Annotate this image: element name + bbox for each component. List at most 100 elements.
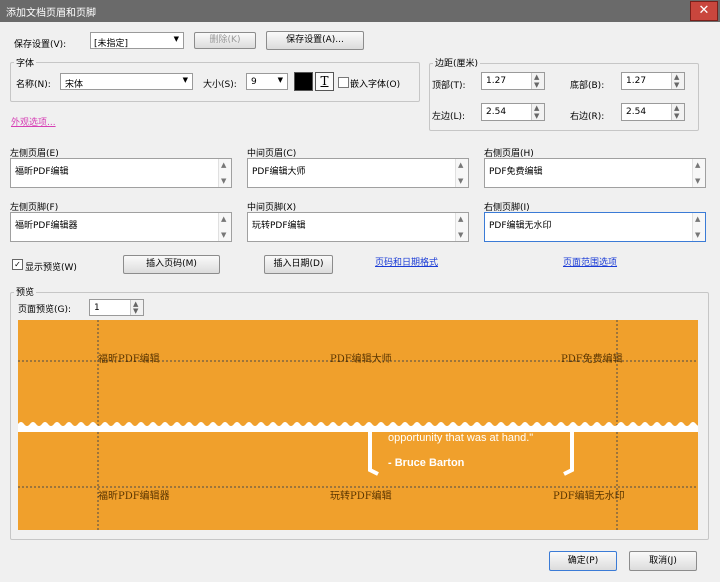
left-header-text: 福昕PDF编辑 bbox=[15, 167, 69, 177]
margin-top-value: 1.27 bbox=[486, 76, 507, 86]
scroll-up-icon: ▲ bbox=[221, 215, 227, 223]
margins-group-label: 边距(厘米) bbox=[433, 56, 481, 69]
spin-down-icon: ▼ bbox=[674, 112, 680, 120]
right-header-field[interactable]: PDF免费编辑 ▲ ▼ bbox=[484, 158, 706, 188]
save-settings-value: [未指定] bbox=[94, 39, 129, 49]
scroll-down-icon: ▼ bbox=[221, 231, 227, 239]
page-preview-label: 页面预览(G): bbox=[18, 305, 72, 315]
scroll-down-icon: ▼ bbox=[695, 177, 701, 185]
scroll-down-icon: ▼ bbox=[221, 177, 227, 185]
font-group-label: 字体 bbox=[14, 56, 37, 69]
chevron-down-icon: ▼ bbox=[182, 76, 188, 84]
spinner[interactable]: ▲ ▼ bbox=[531, 104, 544, 120]
page-preview-value: 1 bbox=[94, 303, 100, 313]
left-footer-text: 福昕PDF编辑器 bbox=[15, 221, 78, 231]
scrollbar[interactable]: ▲ ▼ bbox=[692, 213, 705, 241]
insert-page-number-button[interactable]: 插入页码(M) bbox=[123, 255, 220, 274]
center-header-text: PDF编辑大师 bbox=[252, 167, 306, 177]
scroll-down-icon: ▼ bbox=[458, 177, 464, 185]
font-name-value: 宋体 bbox=[65, 80, 84, 90]
scrollbar[interactable]: ▲ ▼ bbox=[218, 213, 231, 241]
scroll-up-icon: ▲ bbox=[458, 161, 464, 169]
right-footer-text: PDF编辑无水印 bbox=[489, 221, 552, 231]
scrollbar[interactable]: ▲ ▼ bbox=[692, 159, 705, 187]
chevron-down-icon: ▼ bbox=[173, 35, 179, 43]
spinner[interactable]: ▲ ▼ bbox=[130, 300, 143, 315]
preview-footer-right: PDF编辑无水印 bbox=[553, 491, 625, 502]
margin-left-input[interactable]: 2.54 ▲ ▼ bbox=[481, 103, 545, 121]
right-footer-field[interactable]: PDF编辑无水印 ▲ ▼ bbox=[484, 212, 706, 242]
scroll-up-icon: ▲ bbox=[221, 161, 227, 169]
spinner[interactable]: ▲ ▼ bbox=[671, 104, 684, 120]
embed-font-label: 嵌入字体(O) bbox=[350, 80, 401, 90]
preview-canvas: 福昕PDF编辑 PDF编辑大师 PDF免费编辑 福昕PDF编辑器 玩转PDF编辑… bbox=[18, 320, 698, 530]
chevron-down-icon: ▼ bbox=[277, 76, 283, 84]
close-icon[interactable]: ✕ bbox=[690, 1, 718, 21]
scrollbar[interactable]: ▲ ▼ bbox=[218, 159, 231, 187]
scroll-up-icon: ▲ bbox=[695, 161, 701, 169]
right-header-text: PDF免费编辑 bbox=[489, 167, 543, 177]
font-name-select[interactable]: 宋体 ▼ bbox=[60, 73, 193, 90]
center-footer-text: 玩转PDF编辑 bbox=[252, 221, 306, 231]
spin-down-icon: ▼ bbox=[534, 81, 540, 89]
font-size-value: 9 bbox=[251, 77, 257, 87]
font-color-swatch[interactable] bbox=[294, 72, 313, 91]
window-title: 添加文档页眉和页脚 bbox=[6, 8, 96, 19]
spin-down-icon: ▼ bbox=[133, 307, 139, 315]
save-settings-select[interactable]: [未指定] ▼ bbox=[90, 32, 184, 49]
spin-down-icon: ▼ bbox=[674, 81, 680, 89]
cancel-button[interactable]: 取消(J) bbox=[629, 551, 697, 571]
scroll-down-icon: ▼ bbox=[458, 231, 464, 239]
margin-left-value: 2.54 bbox=[486, 107, 507, 117]
left-footer-field[interactable]: 福昕PDF编辑器 ▲ ▼ bbox=[10, 212, 232, 242]
page-date-format-link[interactable]: 页码和日期格式 bbox=[375, 255, 438, 268]
scroll-down-icon: ▼ bbox=[695, 231, 701, 239]
save-settings-button[interactable]: 保存设置(A)... bbox=[266, 31, 364, 50]
left-header-field[interactable]: 福昕PDF编辑 ▲ ▼ bbox=[10, 158, 232, 188]
preview-footer-left: 福昕PDF编辑器 bbox=[98, 491, 170, 502]
scroll-up-icon: ▲ bbox=[458, 215, 464, 223]
scrollbar[interactable]: ▲ ▼ bbox=[455, 159, 468, 187]
embed-font-checkbox[interactable] bbox=[338, 77, 349, 88]
ok-button[interactable]: 确定(P) bbox=[549, 551, 617, 571]
margin-top-input[interactable]: 1.27 ▲ ▼ bbox=[481, 72, 545, 90]
margin-right-value: 2.54 bbox=[626, 107, 647, 117]
font-size-select[interactable]: 9 ▼ bbox=[246, 73, 288, 90]
spin-up-icon: ▲ bbox=[674, 104, 680, 112]
scrollbar[interactable]: ▲ ▼ bbox=[455, 213, 468, 241]
margin-right-input[interactable]: 2.54 ▲ ▼ bbox=[621, 103, 685, 121]
preview-header-left: 福昕PDF编辑 bbox=[98, 354, 160, 365]
margin-top-label: 顶部(T): bbox=[432, 81, 466, 91]
spinner[interactable]: ▲ ▼ bbox=[671, 73, 684, 89]
margin-bottom-value: 1.27 bbox=[626, 76, 647, 86]
page-range-options-link[interactable]: 页面范围选项 bbox=[563, 255, 617, 268]
spin-up-icon: ▲ bbox=[534, 104, 540, 112]
appearance-options-link[interactable]: 外观选项... bbox=[11, 115, 56, 128]
font-name-label: 名称(N): bbox=[16, 80, 51, 90]
center-header-field[interactable]: PDF编辑大师 ▲ ▼ bbox=[247, 158, 469, 188]
preview-footer-center: 玩转PDF编辑 bbox=[330, 491, 392, 502]
save-settings-label: 保存设置(V): bbox=[14, 40, 67, 50]
margin-right-label: 右边(R): bbox=[570, 112, 605, 122]
spinner[interactable]: ▲ ▼ bbox=[531, 73, 544, 89]
show-preview-label: 显示预览(W) bbox=[25, 263, 77, 273]
spin-up-icon: ▲ bbox=[534, 73, 540, 81]
scroll-up-icon: ▲ bbox=[695, 215, 701, 223]
spin-up-icon: ▲ bbox=[674, 73, 680, 81]
margin-bottom-label: 底部(B): bbox=[570, 81, 605, 91]
center-footer-field[interactable]: 玩转PDF编辑 ▲ ▼ bbox=[247, 212, 469, 242]
page-preview-input[interactable]: 1 ▲ ▼ bbox=[89, 299, 144, 316]
font-size-label: 大小(S): bbox=[203, 80, 237, 90]
preview-quote-author: - Bruce Barton bbox=[388, 457, 465, 469]
delete-button[interactable]: 删除(K) bbox=[194, 32, 256, 49]
title-bar: 添加文档页眉和页脚 ✕ bbox=[0, 0, 720, 22]
margin-bottom-input[interactable]: 1.27 ▲ ▼ bbox=[621, 72, 685, 90]
preview-header-right: PDF免费编辑 bbox=[561, 354, 623, 365]
margin-left-label: 左边(L): bbox=[432, 112, 466, 122]
underline-icon[interactable]: T bbox=[315, 72, 334, 91]
show-preview-checkbox[interactable]: ✓ bbox=[12, 259, 23, 270]
insert-date-button[interactable]: 插入日期(D) bbox=[264, 255, 333, 274]
spin-down-icon: ▼ bbox=[534, 112, 540, 120]
preview-header-center: PDF编辑大师 bbox=[330, 354, 392, 365]
preview-group-label: 预览 bbox=[14, 285, 37, 298]
